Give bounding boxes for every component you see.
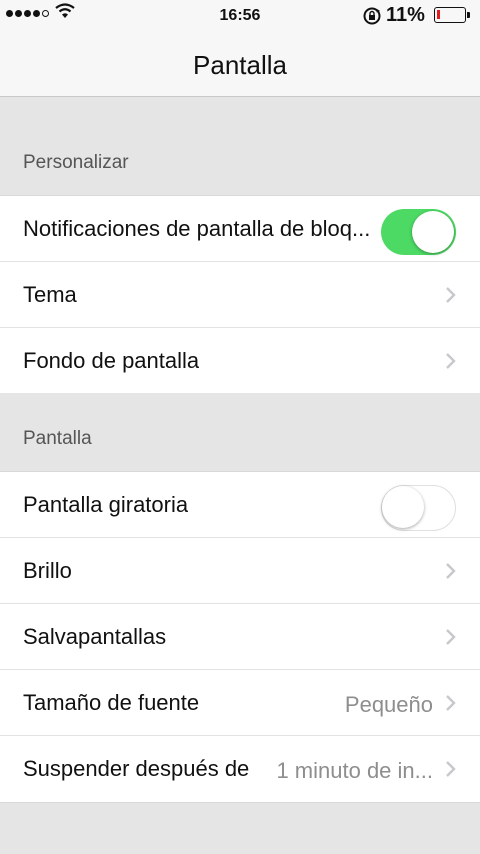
chevron-right-icon <box>446 695 456 711</box>
status-bar: 16:56 11% <box>0 0 480 32</box>
row-label: Pantalla giratoria <box>23 492 189 517</box>
row-value: Pequeño <box>344 692 433 717</box>
toggle-knob <box>382 486 424 528</box>
page-title: Pantalla <box>193 50 287 80</box>
chevron-right-icon <box>446 629 456 645</box>
row-label: Salvapantallas <box>23 624 167 649</box>
navigation-bar: Pantalla <box>0 32 480 97</box>
battery-fill <box>437 10 440 19</box>
row-brightness[interactable]: Brillo <box>0 538 480 604</box>
row-auto-rotate[interactable]: Pantalla giratoria <box>0 472 480 538</box>
row-value: 1 minuto de in... <box>276 758 433 783</box>
toggle-knob <box>412 211 454 253</box>
row-label: Tema <box>23 282 77 307</box>
row-theme[interactable]: Tema <box>0 262 480 328</box>
row-label: Fondo de pantalla <box>23 348 200 373</box>
chevron-right-icon <box>446 287 456 303</box>
section-header-label: Pantalla <box>23 428 92 449</box>
chevron-right-icon <box>446 353 456 369</box>
section-header-pantalla: Pantalla <box>0 393 480 472</box>
rotation-lock-icon <box>363 7 381 25</box>
row-label: Tamaño de fuente <box>23 690 200 715</box>
settings-group-pantalla: Pantalla giratoria Brillo Salvapantallas… <box>0 471 480 803</box>
settings-group-personalizar: Notificaciones de pantalla de bloq... Te… <box>0 195 480 395</box>
row-sleep[interactable]: Suspender después de 1 minuto de in... <box>0 736 480 802</box>
battery-percent: 11% <box>386 4 425 26</box>
auto-rotate-toggle[interactable] <box>381 485 456 531</box>
row-font-size[interactable]: Tamaño de fuente Pequeño <box>0 670 480 736</box>
row-lock-screen-notifications[interactable]: Notificaciones de pantalla de bloq... <box>0 196 480 262</box>
battery-icon <box>434 7 470 23</box>
section-header-label: Personalizar <box>23 152 129 173</box>
row-screensaver[interactable]: Salvapantallas <box>0 604 480 670</box>
section-header-personalizar: Personalizar <box>0 97 480 196</box>
row-label: Brillo <box>23 558 72 583</box>
row-wallpaper[interactable]: Fondo de pantalla <box>0 328 480 394</box>
chevron-right-icon <box>446 563 456 579</box>
lock-screen-notifications-toggle[interactable] <box>381 209 456 255</box>
row-label: Notificaciones de pantalla de bloq... <box>23 216 371 241</box>
chevron-right-icon <box>446 761 456 777</box>
row-label: Suspender después de <box>23 756 250 781</box>
